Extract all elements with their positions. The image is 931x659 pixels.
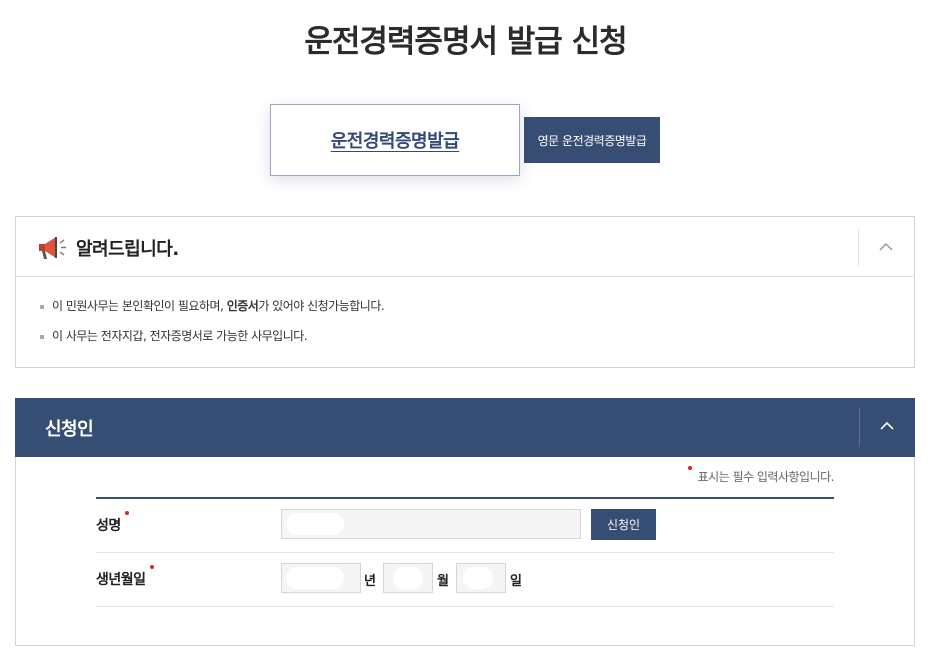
applicant-section-title: 신청인 — [45, 419, 94, 440]
tab-driving-record[interactable]: 운전경력증명발급 — [270, 104, 520, 176]
notice-item-wallet: 이 사무는 전자지갑, 전자증명서로 가능한 사무입니다. — [40, 327, 308, 344]
masked-value — [286, 513, 344, 535]
page-title: 운전경력증명서 발급 신청 — [304, 24, 627, 60]
notice-collapse-button[interactable] — [858, 229, 914, 266]
chevron-up-icon — [880, 421, 894, 430]
applicant-form-panel: 표시는 필수 입력사항입니다. 성명 신청인 생년월일 년 월 일 — [15, 457, 915, 646]
masked-value — [393, 567, 423, 589]
notice-header: 알려드립니다. — [16, 217, 914, 277]
masked-value — [463, 567, 493, 589]
birthdate-label: 생년월일 — [96, 565, 154, 589]
birth-month-input[interactable] — [383, 563, 433, 593]
notice-item-identity: 이 민원사무는 본인확인이 필요하며, 인증서가 있어야 신청가능합니다. — [40, 297, 385, 314]
birthdate-row: 생년월일 년 월 일 — [96, 553, 834, 607]
applicant-section-header: 신청인 — [15, 398, 915, 457]
applicant-collapse-button[interactable] — [859, 408, 915, 447]
megaphone-icon — [36, 234, 68, 262]
birth-year-input[interactable] — [281, 563, 361, 593]
required-note: 표시는 필수 입력사항입니다. — [687, 466, 835, 485]
name-label: 성명 — [96, 511, 129, 535]
name-row: 성명 신청인 — [96, 499, 834, 553]
year-unit: 년 — [364, 574, 376, 589]
birth-day-input[interactable] — [456, 563, 506, 593]
applicant-form-table: 성명 신청인 생년월일 년 월 일 — [96, 497, 834, 607]
required-dot-icon — [124, 511, 129, 515]
required-dot-icon — [149, 565, 154, 569]
notice-certificate-emphasis: 인증서 — [226, 299, 259, 313]
name-input[interactable] — [281, 509, 581, 539]
day-unit: 일 — [510, 574, 522, 589]
notice-panel: 알려드립니다. 이 민원사무는 본인확인이 필요하며, 인증서가 있어야 신청가… — [15, 216, 915, 368]
required-dot-icon — [687, 466, 692, 470]
chevron-up-icon — [879, 242, 893, 251]
notice-title: 알려드립니다. — [76, 239, 179, 260]
applicant-button[interactable]: 신청인 — [591, 509, 656, 540]
tab-english-driving-record[interactable]: 영문 운전경력증명발급 — [524, 117, 660, 163]
masked-value — [286, 567, 344, 589]
month-unit: 월 — [437, 574, 449, 589]
